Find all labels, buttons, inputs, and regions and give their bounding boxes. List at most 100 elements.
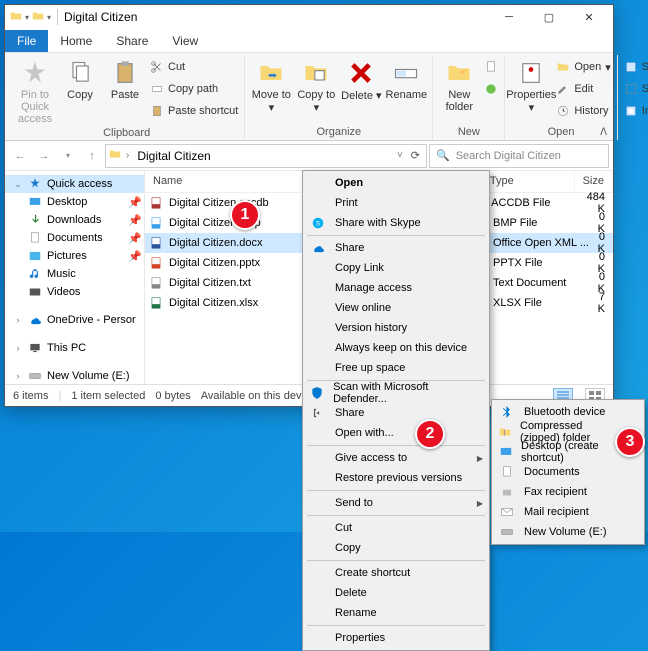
- dropdown-icon[interactable]: ▾: [47, 13, 51, 22]
- menu-send-to[interactable]: Send to: [305, 493, 487, 513]
- menu-onedrive-share[interactable]: Share: [305, 238, 487, 258]
- col-name: Name: [145, 171, 318, 192]
- nav-music[interactable]: Music: [5, 265, 144, 283]
- back-button[interactable]: ←: [9, 145, 31, 167]
- menu-free-space[interactable]: Free up space: [305, 358, 487, 378]
- search-input[interactable]: 🔍 Search Digital Citizen: [429, 144, 609, 168]
- window-title: Digital Citizen: [64, 10, 489, 24]
- edit-button[interactable]: Edit: [554, 79, 612, 99]
- menu-create-shortcut[interactable]: Create shortcut: [305, 563, 487, 583]
- menu-always-keep[interactable]: Always keep on this device: [305, 338, 487, 358]
- sendto-volume[interactable]: New Volume (E:): [494, 522, 642, 542]
- menu-cut[interactable]: Cut: [305, 518, 487, 538]
- annotation-badge-3: 3: [615, 427, 645, 457]
- minimize-button[interactable]: ─: [489, 5, 529, 29]
- folder-icon: [108, 147, 122, 164]
- col-size: Size: [575, 171, 613, 192]
- menu-print[interactable]: Print: [305, 193, 487, 213]
- menu-open[interactable]: Open: [305, 173, 487, 193]
- address-bar[interactable]: › Digital Citizen ˅ ⟳: [105, 144, 427, 168]
- menu-rename[interactable]: Rename: [305, 603, 487, 623]
- menu-copy-link[interactable]: Copy Link: [305, 258, 487, 278]
- menu-restore[interactable]: Restore previous versions: [305, 468, 487, 488]
- ribbon: Pin to Quick access Copy Paste Cut Copy …: [5, 53, 613, 141]
- status-availability: Available on this device: [201, 390, 316, 402]
- status-selection: 1 item selected: [71, 390, 145, 402]
- paste-shortcut-button[interactable]: Paste shortcut: [148, 101, 240, 121]
- col-type: Type: [482, 171, 575, 192]
- sendto-fax[interactable]: Fax recipient: [494, 482, 642, 502]
- recent-button[interactable]: ▾: [57, 145, 79, 167]
- menu-defender[interactable]: Scan with Microsoft Defender...: [305, 383, 487, 403]
- annotation-badge-2: 2: [415, 419, 445, 449]
- select-all-button[interactable]: Select all: [622, 57, 648, 77]
- copy-path-button[interactable]: Copy path: [148, 79, 240, 99]
- nav-documents[interactable]: Documents📌: [5, 229, 144, 247]
- menu-delete[interactable]: Delete: [305, 583, 487, 603]
- maximize-button[interactable]: ▢: [529, 5, 569, 29]
- ribbon-group-clipboard: Pin to Quick access Copy Paste Cut Copy …: [9, 55, 245, 140]
- menu-manage-access[interactable]: Manage access: [305, 278, 487, 298]
- menu-share[interactable]: Share: [305, 403, 487, 423]
- refresh-icon[interactable]: ⟳: [407, 149, 424, 162]
- forward-button[interactable]: →: [33, 145, 55, 167]
- new-item-button[interactable]: [482, 57, 500, 77]
- invert-selection-button[interactable]: Invert selection: [622, 101, 648, 121]
- sendto-mail[interactable]: Mail recipient: [494, 502, 642, 522]
- sendto-submenu: Bluetooth device Compressed (zipped) fol…: [491, 399, 645, 545]
- status-bytes: 0 bytes: [155, 390, 190, 402]
- ribbon-group-organize: Move to ▾ Copy to ▾ Delete ▾ Rename Orga…: [245, 55, 433, 140]
- breadcrumb[interactable]: Digital Citizen: [133, 149, 214, 163]
- folder-icon: [31, 9, 45, 26]
- menu-share-skype[interactable]: SShare with Skype: [305, 213, 487, 233]
- titlebar: ▾ ▾ Digital Citizen ─ ▢ ✕: [5, 5, 613, 29]
- dropdown-icon[interactable]: ˅: [397, 150, 403, 161]
- cut-button[interactable]: Cut: [148, 57, 240, 77]
- ribbon-tabs: File Home Share View: [5, 29, 613, 53]
- move-to-button[interactable]: Move to ▾: [249, 57, 293, 114]
- navigation-pane[interactable]: ⌄Quick access Desktop📌 Downloads📌 Docume…: [5, 171, 145, 384]
- delete-button[interactable]: Delete ▾: [339, 57, 383, 102]
- chevron-right-icon[interactable]: ›: [126, 150, 129, 161]
- copy-to-button[interactable]: Copy to ▾: [294, 57, 338, 114]
- nav-desktop[interactable]: Desktop📌: [5, 193, 144, 211]
- rename-button[interactable]: Rename: [384, 57, 428, 101]
- nav-downloads[interactable]: Downloads📌: [5, 211, 144, 229]
- sendto-documents[interactable]: Documents: [494, 462, 642, 482]
- tab-view[interactable]: View: [160, 30, 210, 52]
- properties-button[interactable]: Properties ▾: [509, 57, 553, 114]
- easy-access-button[interactable]: [482, 79, 500, 99]
- dropdown-icon[interactable]: ▾: [25, 13, 29, 22]
- paste-button[interactable]: Paste: [103, 57, 147, 101]
- tab-share[interactable]: Share: [104, 30, 160, 52]
- annotation-badge-1: 1: [230, 200, 260, 230]
- file-tab[interactable]: File: [5, 30, 48, 52]
- new-folder-button[interactable]: New folder: [437, 57, 481, 113]
- open-button[interactable]: Open ▾: [554, 57, 612, 77]
- sendto-bluetooth[interactable]: Bluetooth device: [494, 402, 642, 422]
- nav-volume[interactable]: ›New Volume (E:): [5, 367, 144, 384]
- nav-this-pc[interactable]: ›This PC: [5, 339, 144, 357]
- navigation-bar: ← → ▾ ↑ › Digital Citizen ˅ ⟳ 🔍 Search D…: [5, 141, 613, 171]
- close-button[interactable]: ✕: [569, 5, 609, 29]
- select-none-button[interactable]: Select none: [622, 79, 648, 99]
- nav-pictures[interactable]: Pictures📌: [5, 247, 144, 265]
- tab-home[interactable]: Home: [48, 30, 104, 52]
- menu-give-access[interactable]: Give access to: [305, 448, 487, 468]
- history-button[interactable]: History: [554, 101, 612, 121]
- up-button[interactable]: ↑: [81, 145, 103, 167]
- menu-version-history[interactable]: Version history: [305, 318, 487, 338]
- nav-quick-access[interactable]: ⌄Quick access: [5, 175, 144, 193]
- collapse-ribbon-icon[interactable]: ᐱ: [600, 127, 607, 138]
- pin-to-quick-access-button[interactable]: Pin to Quick access: [13, 57, 57, 125]
- ribbon-group-new: New folder New: [433, 55, 505, 140]
- menu-copy[interactable]: Copy: [305, 538, 487, 558]
- menu-open-with[interactable]: Open with...: [305, 423, 487, 443]
- search-icon: 🔍: [436, 149, 450, 162]
- nav-videos[interactable]: Videos: [5, 283, 144, 301]
- menu-properties[interactable]: Properties: [305, 628, 487, 648]
- menu-view-online[interactable]: View online: [305, 298, 487, 318]
- status-item-count: 6 items: [13, 390, 48, 402]
- copy-button[interactable]: Copy: [58, 57, 102, 101]
- nav-onedrive[interactable]: ›OneDrive - Persor: [5, 311, 144, 329]
